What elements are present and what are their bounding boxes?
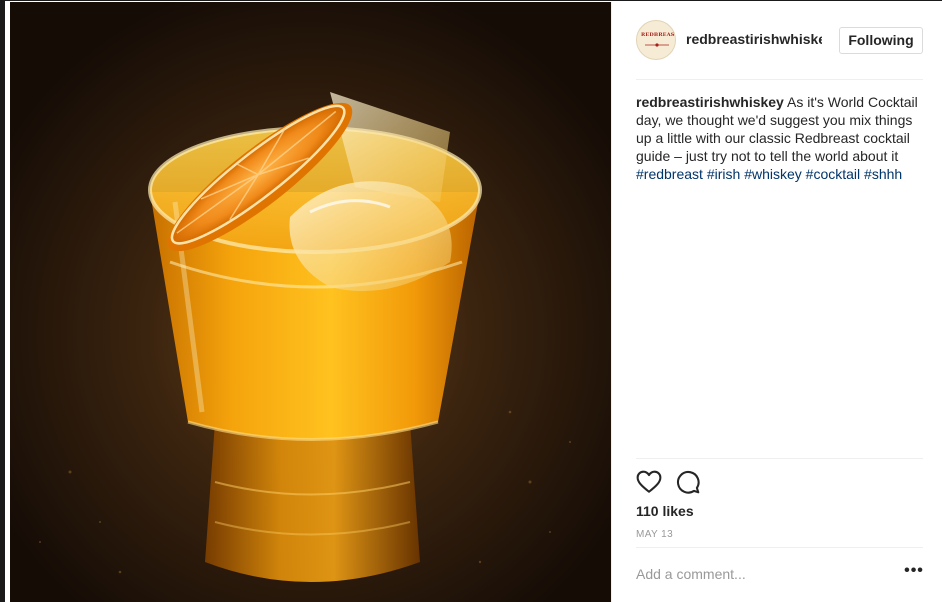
avatar-logo-text: REDBREAST xyxy=(641,32,676,38)
post-date[interactable]: MAY 13 xyxy=(636,529,673,540)
avatar[interactable]: REDBREAST xyxy=(636,20,676,60)
hashtag-link[interactable]: #redbreast xyxy=(636,166,703,182)
like-count[interactable]: 110 likes xyxy=(636,503,694,519)
post-username[interactable]: redbreastirishwhiskey xyxy=(686,31,822,47)
heart-icon xyxy=(636,470,662,493)
hashtag-link[interactable]: #cocktail xyxy=(806,166,860,182)
instagram-post: REDBREAST redbreastirishwhiskey Followin… xyxy=(0,0,942,602)
post-photo[interactable] xyxy=(10,2,611,602)
divider xyxy=(636,547,923,548)
comment-button[interactable] xyxy=(675,469,701,495)
comment-bubble-icon xyxy=(677,471,700,494)
like-button[interactable] xyxy=(636,469,662,495)
divider xyxy=(636,79,923,80)
add-comment-input[interactable] xyxy=(636,563,886,585)
hashtag-link[interactable]: #whiskey xyxy=(744,166,802,182)
post-header: REDBREAST redbreastirishwhiskey Followin… xyxy=(612,2,942,80)
hashtag-link[interactable]: #shhh xyxy=(864,166,902,182)
post-side-panel: REDBREAST redbreastirishwhiskey Followin… xyxy=(611,2,942,602)
hashtag-link[interactable]: #irish xyxy=(707,166,740,182)
cocktail-illustration xyxy=(10,2,611,602)
more-options-icon[interactable]: ••• xyxy=(904,563,924,584)
following-button[interactable]: Following xyxy=(839,27,923,54)
divider xyxy=(636,458,923,459)
avatar-logo-emblem-icon xyxy=(645,43,669,47)
post-caption: redbreastirishwhiskey As it's World Cock… xyxy=(636,93,926,183)
caption-username[interactable]: redbreastirishwhiskey xyxy=(636,94,784,110)
